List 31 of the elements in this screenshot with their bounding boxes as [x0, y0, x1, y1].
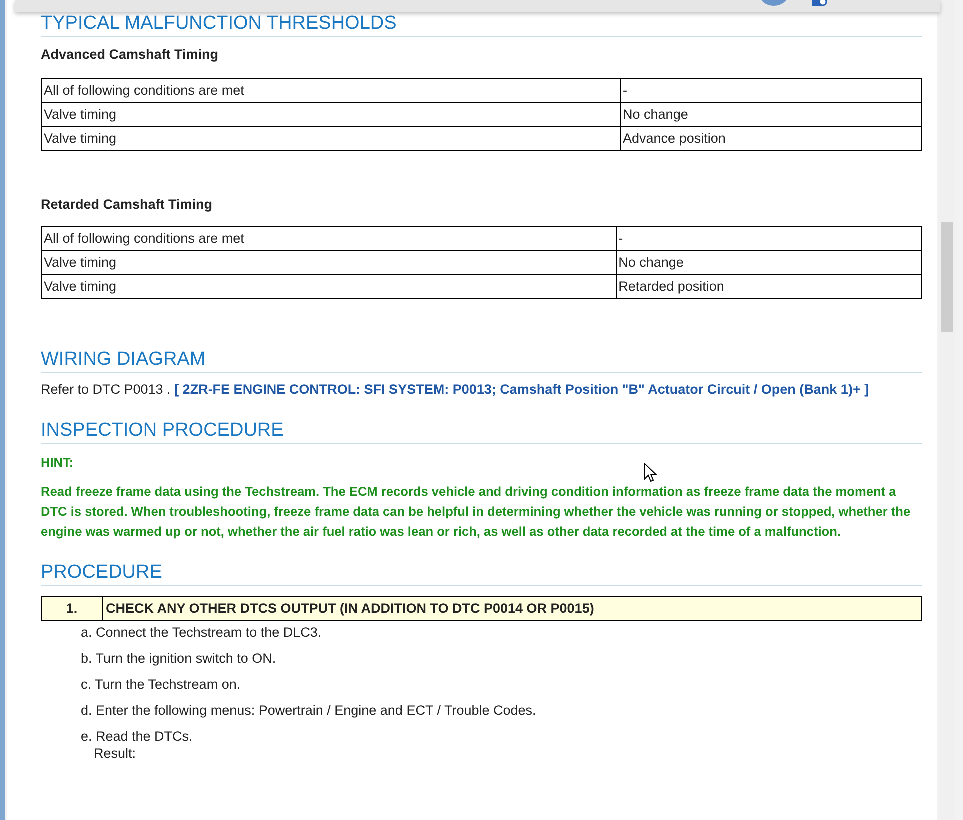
reference-link[interactable]: [ 2ZR-FE ENGINE CONTROL: SFI SYSTEM: P0013; Camshaft Position "B" Actuator Circuit / Open (Bank 1)+ ] [174, 382, 870, 397]
table-title: Retarded Camshaft Timing [41, 197, 214, 212]
procedure-step: b. Turn the ignition switch to ON. [81, 651, 922, 666]
reference-text: Refer to DTC P0013 . [ 2ZR-FE ENGINE CONTROL: SFI SYSTEM: P0013; Camshaft Position "B" Actuator Circuit / Open (Bank 1)+ ] [41, 382, 870, 397]
table-cell: All of following conditions are met [42, 226, 616, 250]
table-cell: No change [620, 102, 922, 126]
section-heading: WIRING DIAGRAM [41, 349, 922, 373]
hint-text: Read freeze frame data using the Techstream. The ECM records vehicle and driving condition information as freeze frame data the moment a DTC is stored. When troubleshooting, freeze frame data can be helpful in determining whether the vehicle was running or stopped, whether the engine was warmed up or not, whether the air fuel ratio was lean or rich, as well as other data recorded at the time of a malfunction. [41, 483, 912, 541]
table-title: Advanced Camshaft Timing [41, 47, 220, 62]
table-cell: All of following conditions are met [42, 78, 621, 102]
table-cell: Advance position [620, 126, 922, 150]
result-label: Result: [93, 746, 138, 761]
procedure-step: d. Enter the following menus: Powertrain / Engine and ECT / Trouble Codes. [81, 703, 922, 718]
section-heading: TYPICAL MALFUNCTION THRESHOLDS [41, 13, 922, 37]
section-heading: PROCEDURE [41, 562, 922, 586]
table-cell: Valve timing [42, 126, 621, 150]
mouse-cursor-icon [644, 463, 657, 483]
section-heading: INSPECTION PROCEDURE [41, 420, 922, 444]
table-cell: Valve timing [42, 274, 616, 298]
table-cell: - [620, 78, 922, 102]
table-cell: Valve timing [42, 102, 621, 126]
step-number: 1. [42, 597, 103, 620]
procedure-step: a. Connect the Techstream to the DLC3. [81, 625, 922, 640]
table-cell: No change [616, 250, 922, 274]
table-cell: Valve timing [42, 250, 616, 274]
table-cell: - [616, 226, 922, 250]
procedure-step: e. Read the DTCs. [81, 729, 922, 744]
step-title: CHECK ANY OTHER DTCS OUTPUT (IN ADDITION TO DTC P0014 OR P0015) [105, 601, 594, 616]
procedure-step: c. Turn the Techstream on. [81, 677, 922, 692]
table-cell: Retarded position [616, 274, 922, 298]
hint-label: HINT: [41, 454, 74, 472]
